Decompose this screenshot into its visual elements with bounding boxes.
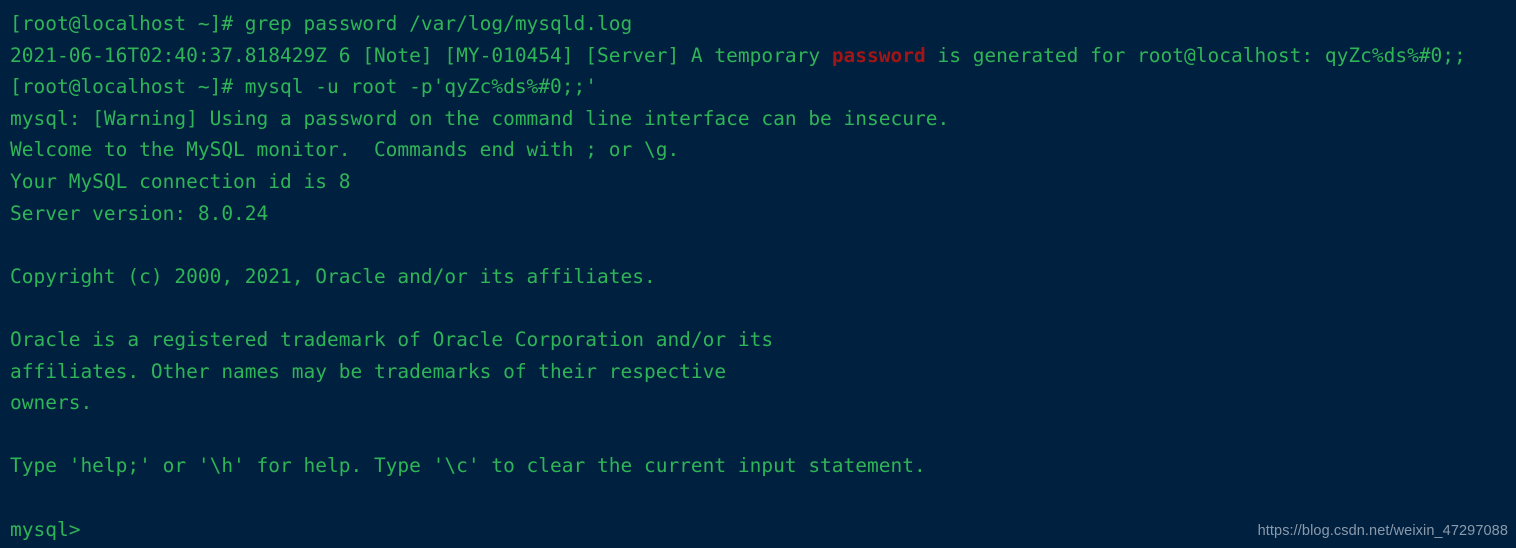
line-blank-4 <box>10 482 1516 514</box>
terminal-text: is generated for root@localhost: qyZc%ds… <box>925 43 1466 67</box>
terminal-window[interactable]: [root@localhost ~]# grep password /var/l… <box>0 0 1516 548</box>
terminal-text: Welcome to the MySQL monitor. Commands e… <box>10 138 680 162</box>
terminal-text: [root@localhost ~]# mysql -u root -p'qyZ… <box>10 75 597 99</box>
line-grep-command: [root@localhost ~]# grep password /var/l… <box>10 8 1516 40</box>
terminal-text: mysql: [Warning] Using a password on the… <box>10 106 950 130</box>
terminal-text: Your MySQL connection id is 8 <box>10 169 351 193</box>
line-blank-3 <box>10 419 1516 451</box>
line-blank-1 <box>10 229 1516 261</box>
line-server-version: Server version: 8.0.24 <box>10 198 1516 230</box>
line-blank-2 <box>10 292 1516 324</box>
terminal-text: 2021-06-16T02:40:37.818429Z 6 [Note] [MY… <box>10 43 832 67</box>
terminal-output: [root@localhost ~]# grep password /var/l… <box>0 0 1516 545</box>
line-connection-id: Your MySQL connection id is 8 <box>10 166 1516 198</box>
highlighted-match-text: password <box>831 43 926 67</box>
line-mysql-command: [root@localhost ~]# mysql -u root -p'qyZ… <box>10 71 1516 103</box>
terminal-text: affiliates. Other names may be trademark… <box>10 359 727 383</box>
terminal-text: Server version: 8.0.24 <box>10 201 269 225</box>
terminal-text: Oracle is a registered trademark of Orac… <box>10 327 774 351</box>
line-trademark-1: Oracle is a registered trademark of Orac… <box>10 324 1516 356</box>
watermark-url: https://blog.csdn.net/weixin_47297088 <box>1257 523 1508 539</box>
line-grep-result: 2021-06-16T02:40:37.818429Z 6 [Note] [MY… <box>10 40 1516 72</box>
line-trademark-3: owners. <box>10 387 1516 419</box>
line-welcome: Welcome to the MySQL monitor. Commands e… <box>10 134 1516 166</box>
terminal-text: owners. <box>10 391 93 415</box>
terminal-text: Copyright (c) 2000, 2021, Oracle and/or … <box>10 264 656 288</box>
terminal-text: [root@localhost ~]# grep password /var/l… <box>10 12 633 35</box>
line-copyright: Copyright (c) 2000, 2021, Oracle and/or … <box>10 261 1516 293</box>
line-help-hint: Type 'help;' or '\h' for help. Type '\c'… <box>10 450 1516 482</box>
terminal-text: mysql> <box>10 517 81 541</box>
line-warning: mysql: [Warning] Using a password on the… <box>10 103 1516 135</box>
line-trademark-2: affiliates. Other names may be trademark… <box>10 356 1516 388</box>
terminal-text: Type 'help;' or '\h' for help. Type '\c'… <box>10 454 926 478</box>
